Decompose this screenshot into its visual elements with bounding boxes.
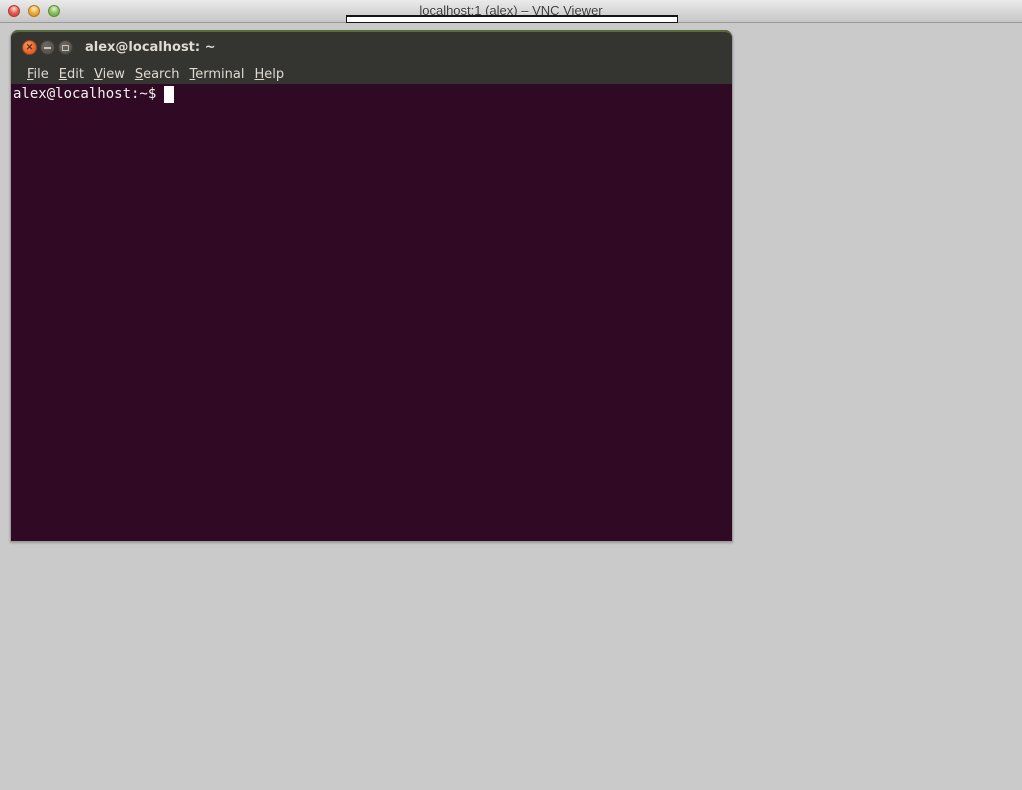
shell-prompt: alex@localhost:~$ [13,85,156,103]
remote-desktop: ✕ alex@localhost: ~ File Edit View Searc… [0,23,1022,790]
terminal-titlebar[interactable]: ✕ alex@localhost: ~ [11,32,732,63]
maximize-icon [62,45,69,51]
terminal-chrome: ✕ alex@localhost: ~ File Edit View Searc… [11,30,732,84]
terminal-cursor [164,86,174,103]
terminal-minimize-button[interactable] [40,40,55,55]
terminal-menubar: File Edit View Search Terminal Help [11,63,732,86]
terminal-screen[interactable]: alex@localhost:~$ [11,84,732,541]
menu-item-file[interactable]: File [22,65,54,84]
menu-item-help[interactable]: Help [249,65,289,84]
close-icon: ✕ [26,43,34,52]
terminal-maximize-button[interactable] [58,40,73,55]
terminal-window: ✕ alex@localhost: ~ File Edit View Searc… [10,30,733,542]
terminal-title: alex@localhost: ~ [85,32,216,63]
minimize-icon [44,47,51,49]
menu-item-edit[interactable]: Edit [54,65,89,84]
menu-item-search[interactable]: Search [130,65,185,84]
vnc-toolbar-handle[interactable] [346,15,678,23]
terminal-prompt-line: alex@localhost:~$ [13,85,732,103]
terminal-window-controls: ✕ [22,40,73,55]
terminal-close-button[interactable]: ✕ [22,40,37,55]
menu-item-view[interactable]: View [89,65,130,84]
menu-item-terminal[interactable]: Terminal [185,65,250,84]
